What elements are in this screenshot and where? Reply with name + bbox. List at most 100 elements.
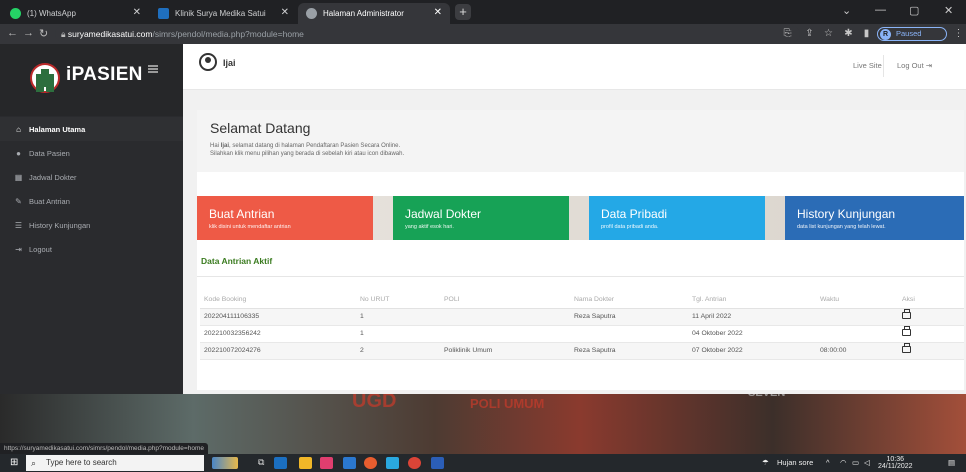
sidebar-item-logout[interactable]: ⇥ Logout bbox=[0, 237, 183, 261]
maximize-icon[interactable]: ▢ bbox=[909, 4, 919, 17]
menu-dots-icon[interactable]: ⋮ bbox=[953, 28, 964, 39]
address-bar[interactable]: 🔒︎ suryamedikasatui.com/simrs/pendol/med… bbox=[55, 26, 800, 42]
close-tab-icon[interactable]: ✕ bbox=[133, 7, 141, 18]
link-status-bar: https://suryamedikasatui.com/simrs/pendo… bbox=[0, 443, 208, 454]
cell-tgl-antrian: 07 Oktober 2022 bbox=[688, 342, 816, 360]
cell-tgl-antrian: 11 April 2022 bbox=[688, 308, 816, 326]
chrome-icon[interactable] bbox=[408, 457, 421, 469]
sidebar-item-data-pasien[interactable]: ● Data Pasien bbox=[0, 141, 183, 165]
box-title: Buat Antrian bbox=[209, 207, 275, 221]
minimize-icon[interactable]: — bbox=[875, 4, 886, 16]
column-header: Waktu bbox=[816, 291, 898, 309]
profile-avatar: R bbox=[880, 29, 891, 40]
cell-nama-dokter: Reza Saputra bbox=[570, 342, 688, 360]
welcome-name: Ijai bbox=[220, 143, 230, 149]
tab-whatsapp[interactable]: (1) WhatsApp ✕ bbox=[2, 3, 149, 24]
bookmark-star-icon[interactable]: ☆ bbox=[823, 28, 834, 39]
table-row: 202204111106335 1 Reza Saputra 11 April … bbox=[200, 308, 964, 326]
close-tab-icon[interactable]: ✕ bbox=[281, 7, 289, 18]
cell-poli bbox=[440, 308, 570, 326]
task-view-icon[interactable]: ⧉ bbox=[258, 457, 271, 469]
brand-title: iPASIEN bbox=[66, 64, 143, 85]
sidebar-item-history-kunjungan[interactable]: ☰ History Kunjungan bbox=[0, 213, 183, 237]
box-subtitle: klik disini untuk mendaftar antrian bbox=[209, 224, 291, 230]
weather-label[interactable]: Hujan sore bbox=[777, 458, 813, 467]
cell-no-urut: 1 bbox=[356, 325, 440, 343]
history-kunjungan-box[interactable]: History Kunjungan data list kunjungan ya… bbox=[785, 196, 964, 240]
logout-link[interactable]: Log Out ⇥ bbox=[897, 61, 932, 70]
tab-halaman-administrator[interactable]: Halaman Administrator ✕ bbox=[298, 3, 450, 24]
data-pribadi-box[interactable]: Data Pribadi profil data pribadi anda. bbox=[589, 196, 765, 240]
word-icon[interactable] bbox=[431, 457, 444, 469]
taskbar-search[interactable]: ⌕ Type here to search bbox=[26, 455, 204, 471]
cell-waktu: 08:00:00 bbox=[816, 342, 898, 360]
notifications-icon[interactable]: ▤ bbox=[948, 458, 955, 467]
sidebar-item-jadwal-dokter[interactable]: ▦ Jadwal Dokter bbox=[0, 165, 183, 189]
cell-no-urut: 1 bbox=[356, 308, 440, 326]
print-button[interactable] bbox=[898, 342, 964, 360]
search-icon: ⌕ bbox=[31, 458, 37, 468]
logout-icon: ⇥ bbox=[925, 61, 933, 70]
sidebar-item-buat-antrian[interactable]: ✎ Buat Antrian bbox=[0, 189, 183, 213]
jadwal-dokter-box[interactable]: Jadwal Dokter yang aktif esok hari. bbox=[393, 196, 569, 240]
antrian-table: Kode Booking No URUT POLI Nama Dokter Tg… bbox=[200, 291, 964, 360]
table-row: 202210072024276 2 Poliklinik Umum Reza S… bbox=[200, 342, 964, 360]
dashboard-panel: Selamat Datang Hai Ijai, selamat datang … bbox=[197, 110, 964, 390]
welcome-prefix: Hai bbox=[210, 143, 221, 149]
browser-toolbar: ← → ↻ 🔒︎ suryamedikasatui.com/simrs/pend… bbox=[0, 24, 966, 44]
battery-icon[interactable]: ▭ bbox=[852, 458, 859, 467]
printer-icon bbox=[902, 343, 911, 353]
translate-icon[interactable]: ⎘ bbox=[782, 28, 793, 39]
print-button[interactable] bbox=[898, 325, 964, 343]
weather-icon[interactable]: ☂ bbox=[762, 458, 769, 467]
reload-icon[interactable]: ↻ bbox=[39, 27, 48, 40]
forward-icon[interactable]: → bbox=[23, 27, 34, 39]
print-button[interactable] bbox=[898, 308, 964, 326]
sidebar-item-label: Data Pasien bbox=[29, 148, 70, 158]
column-header: Kode Booking bbox=[200, 291, 356, 309]
table-header-row: Kode Booking No URUT POLI Nama Dokter Tg… bbox=[200, 291, 964, 309]
extensions-icon[interactable]: ✱ bbox=[843, 28, 854, 39]
tab-search-icon[interactable]: ⌄ bbox=[842, 4, 851, 17]
tab-label: Klinik Surya Medika Satui bbox=[175, 9, 266, 18]
app-icon[interactable] bbox=[386, 457, 399, 469]
section-divider bbox=[197, 276, 964, 277]
file-explorer-icon[interactable] bbox=[299, 457, 312, 469]
tray-overflow-icon[interactable]: ^ bbox=[826, 458, 830, 467]
top-header: Ijai Live Site Log Out ⇥ bbox=[183, 44, 966, 90]
clock[interactable]: 10:36 24/11/2022 bbox=[878, 456, 913, 470]
cell-kode-booking: 202210072024276 bbox=[200, 342, 356, 360]
screen: (1) WhatsApp ✕ Klinik Surya Medika Satui… bbox=[0, 0, 966, 472]
close-window-icon[interactable]: ✕ bbox=[944, 4, 953, 17]
close-tab-icon[interactable]: ✕ bbox=[434, 7, 442, 18]
wifi-icon[interactable]: ◠ bbox=[840, 458, 847, 467]
volume-icon[interactable]: ◁ bbox=[864, 458, 870, 467]
share-icon[interactable]: ⇪ bbox=[804, 28, 815, 39]
profile-button[interactable]: R Paused bbox=[877, 27, 947, 41]
antrian-section: Data Antrian Aktif Kode Booking No URUT … bbox=[197, 245, 964, 390]
windows-start-icon[interactable]: ⊞ bbox=[10, 458, 20, 468]
list-icon: ☰ bbox=[14, 220, 23, 230]
welcome-section: Selamat Datang Hai Ijai, selamat datang … bbox=[197, 110, 964, 172]
windows-taskbar: ⊞ ⌕ Type here to search ⧉ ☂ Hujan sore ^… bbox=[0, 454, 966, 472]
column-header: Nama Dokter bbox=[570, 291, 688, 309]
tab-klinik[interactable]: Klinik Surya Medika Satui ✕ bbox=[150, 3, 297, 24]
cell-kode-booking: 202210032356242 bbox=[200, 325, 356, 343]
live-site-link[interactable]: Live Site bbox=[853, 61, 882, 70]
sidebar: iPASIEN ⌂ Halaman Utama ● Data Pasien ▦ … bbox=[0, 44, 183, 394]
edge-icon[interactable] bbox=[274, 457, 287, 469]
printer-icon bbox=[902, 326, 911, 336]
tab-label: (1) WhatsApp bbox=[27, 9, 76, 18]
firefox-icon[interactable] bbox=[364, 457, 377, 469]
sidepanel-icon[interactable]: ▮ bbox=[861, 28, 872, 39]
new-tab-button[interactable]: + bbox=[455, 4, 471, 20]
mail-icon[interactable] bbox=[343, 457, 356, 469]
news-widget-icon[interactable] bbox=[212, 457, 238, 469]
store-icon[interactable] bbox=[320, 457, 333, 469]
back-icon[interactable]: ← bbox=[7, 27, 18, 39]
buat-antrian-box[interactable]: Buat Antrian klik disini untuk mendaftar… bbox=[197, 196, 373, 240]
table-row: 202210032356242 1 04 Oktober 2022 bbox=[200, 325, 964, 343]
sidebar-item-halaman-utama[interactable]: ⌂ Halaman Utama bbox=[0, 117, 183, 141]
hamburger-icon[interactable] bbox=[148, 65, 158, 73]
clinic-logo bbox=[30, 63, 60, 93]
